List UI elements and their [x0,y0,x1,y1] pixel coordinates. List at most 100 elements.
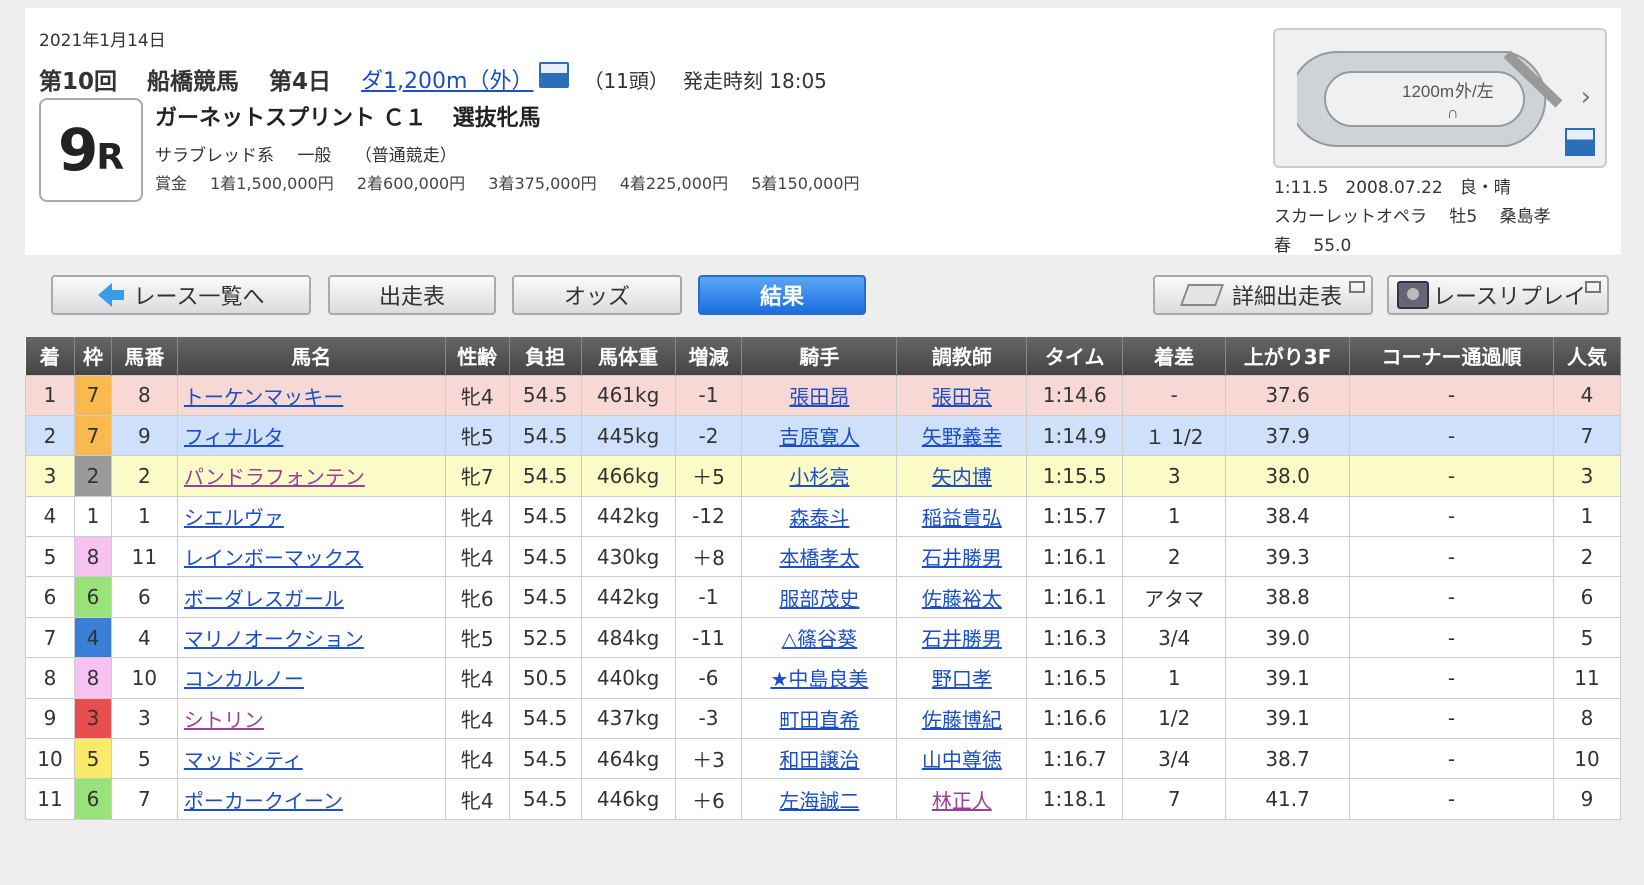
table-row: 3 2 2 パンドラフォンテン 牝7 54.5 466kg ＋5 小杉亮 矢内博 1:15.5 3 38… [25,455,1622,497]
jockey-link[interactable]: 小杉亮 [789,465,849,489]
trainer-link-cell[interactable]: 矢内博 [896,455,1028,497]
horse-name-link-cell[interactable]: コンカルノー [176,657,446,699]
trainer-link[interactable]: 野口孝 [932,667,992,691]
jockey-link-cell[interactable]: 左海誠二 [741,778,898,820]
horse-name-link-cell[interactable]: パンドラフォンテン [176,455,446,497]
jockey-link[interactable]: 森泰斗 [789,506,849,530]
weight-change-cell: -11 [674,616,743,659]
tab-results[interactable]: 結果 [698,275,866,315]
weight-carried-cell: 54.5 [508,495,582,538]
trainer-link-cell[interactable]: 山中尊徳 [896,738,1028,780]
horse-name-link[interactable]: パンドラフォンテン [184,465,365,489]
weight-change-cell: -6 [674,657,743,699]
horse-name-link[interactable]: トーケンマッキー [184,385,343,409]
back-to-race-list-button[interactable]: レース一覧へ [51,275,311,315]
weight-carried-cell: 54.5 [508,738,582,780]
jockey-link[interactable]: △篠谷葵 [782,627,857,651]
jockey-link[interactable]: 張田昂 [789,385,849,409]
weight-change-cell: ＋8 [674,536,743,578]
tab-entries[interactable]: 出走表 [328,275,496,315]
trainer-link-cell[interactable]: 野口孝 [896,657,1028,699]
detailed-entries-button[interactable]: 詳細出走表 [1153,275,1373,315]
race-name: ガーネットスプリント Ｃ１ 選抜牝馬 [155,100,541,132]
horse-name-link[interactable]: ボーダレスガール [184,587,344,611]
race-day: 第4日 [269,69,332,95]
horse-name-link[interactable]: ポーカークイーン [184,789,343,813]
horse-name-link[interactable]: シトリン [184,708,264,732]
margin-cell: １ 1/2 [1122,414,1227,457]
jockey-link-cell[interactable]: 吉原寛人 [741,414,898,457]
jockey-link-cell[interactable]: ★中島良美 [741,657,898,699]
trainer-link-cell[interactable]: 矢野義幸 [896,414,1028,457]
table-row: 1 7 8 トーケンマッキー 牝4 54.5 461kg -1 張田昂 張田京 1:14.6-37.… [25,374,1622,416]
jockey-link[interactable]: 和田譲治 [779,748,859,772]
popularity-cell: 3 [1552,455,1622,497]
trainer-link-cell[interactable]: 林正人 [896,778,1028,820]
course-map-icon[interactable] [539,62,570,88]
trainer-link[interactable]: 稲益貴弘 [922,506,1002,530]
trainer-link[interactable]: 石井勝男 [922,627,1002,651]
horse-name-link[interactable]: フィナルタ [184,425,284,449]
results-table: 着枠馬番 馬名 性齢 負担 馬体重 増減 騎手 調教師 タイム 着差 上がり3F コーナー通過順 人気 … [25,337,1622,820]
trainer-link-cell[interactable]: 石井勝男 [896,616,1028,659]
horse-name-link[interactable]: コンカルノー [184,667,304,691]
trainer-link-cell[interactable]: 佐藤裕太 [896,576,1028,618]
horse-name-link[interactable]: マリノオークション [184,627,364,651]
trainer-link[interactable]: 石井勝男 [922,546,1002,570]
trainer-link-cell[interactable]: 佐藤博紀 [896,697,1028,740]
trainer-link[interactable]: 矢野義幸 [922,425,1002,449]
jockey-link-cell[interactable]: 張田昂 [741,374,898,416]
horse-name-link[interactable]: マッドシティ [184,748,303,772]
horse-name-link-cell[interactable]: ポーカークイーン [176,778,446,820]
horse-number-cell: 8 [110,374,178,416]
jockey-link[interactable]: 本橋孝太 [779,546,859,570]
horse-name-link-cell[interactable]: ボーダレスガール [176,576,446,618]
horse-name-link-cell[interactable]: マッドシティ [176,738,446,780]
distance-link[interactable]: ダ1,200m（外） [361,63,533,95]
trainer-link[interactable]: 佐藤博紀 [922,708,1002,732]
jockey-link[interactable]: 服部茂史 [779,587,859,611]
trainer-link[interactable]: 山中尊徳 [922,748,1002,772]
jockey-link-cell[interactable]: 森泰斗 [741,495,898,538]
trainer-link[interactable]: 佐藤裕太 [922,587,1002,611]
sex-age-cell: 牝4 [444,657,510,699]
back-arrow-icon [97,283,112,307]
jockey-link-cell[interactable]: 小杉亮 [741,455,898,497]
chevron-right-icon[interactable]: › [1581,82,1591,112]
race-replay-button[interactable]: レースリプレイ [1387,275,1609,315]
col-corner-order-header: コーナー通過順 [1349,337,1554,375]
trainer-link-cell[interactable]: 石井勝男 [896,536,1028,578]
col-last-3f-header: 上がり3F [1225,337,1351,375]
horse-name-link-cell[interactable]: フィナルタ [176,414,446,457]
jockey-link[interactable]: 吉原寛人 [779,425,859,449]
jockey-link-cell[interactable]: 町田直希 [741,697,898,740]
trainer-link-cell[interactable]: 張田京 [896,374,1028,416]
jockey-link-cell[interactable]: △篠谷葵 [741,616,898,659]
trainer-link[interactable]: 張田京 [932,385,992,409]
horse-name-link-cell[interactable]: マリノオークション [176,616,446,659]
jockey-link-cell[interactable]: 服部茂史 [741,576,898,618]
popularity-cell: 7 [1552,414,1622,457]
jockey-link[interactable]: 左海誠二 [779,789,859,813]
last-3f-cell: 37.9 [1225,414,1351,457]
horse-name-link-cell[interactable]: シトリン [176,697,446,740]
horse-name-link[interactable]: レインボーマックス [184,546,363,570]
trainer-link-cell[interactable]: 稲益貴弘 [896,495,1028,538]
body-weight-cell: 461kg [580,374,676,416]
course-map-panel[interactable]: 1200m 外/左 ∩ › [1273,28,1607,168]
horse-name-link[interactable]: シエルヴァ [184,506,284,530]
course-detail-icon[interactable] [1565,128,1595,156]
trainer-link[interactable]: 矢内博 [932,465,992,489]
tab-odds[interactable]: オッズ [512,275,682,315]
horse-name-link-cell[interactable]: トーケンマッキー [176,374,446,416]
horse-name-link-cell[interactable]: レインボーマックス [176,536,446,578]
horse-name-link-cell[interactable]: シエルヴァ [176,495,446,538]
jockey-link-cell[interactable]: 和田譲治 [741,738,898,780]
trainer-link[interactable]: 林正人 [932,789,992,813]
weight-change-cell: -2 [674,414,743,457]
jockey-link[interactable]: 町田直希 [779,708,859,732]
finish-position-cell: 1 [25,374,75,416]
prize-3: 3着375,000円 [488,174,597,193]
jockey-link-cell[interactable]: 本橋孝太 [741,536,898,578]
jockey-link[interactable]: ★中島良美 [770,667,868,691]
